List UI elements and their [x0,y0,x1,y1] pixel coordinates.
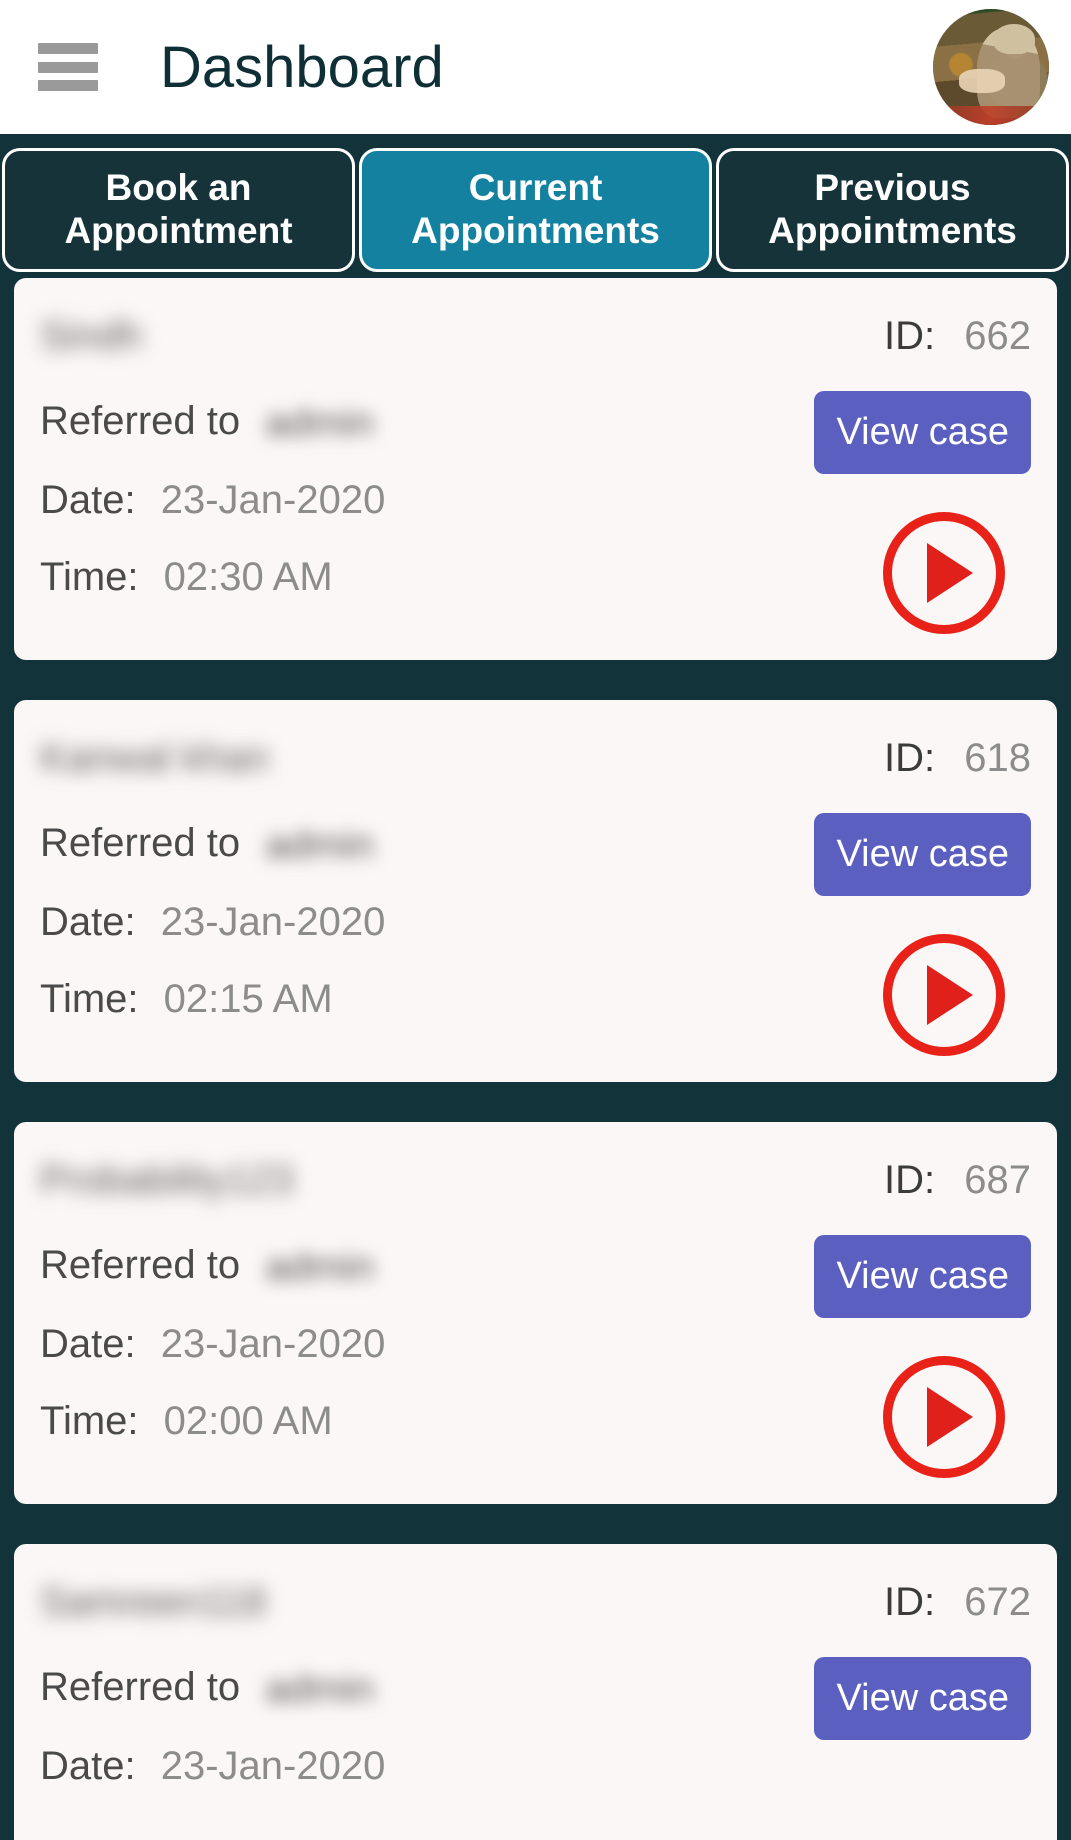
patient-name: Samreen118 [40,1580,267,1624]
hamburger-bar-2 [38,61,98,73]
play-icon[interactable] [883,1356,1005,1478]
time-value: 02:00 AM [163,1398,333,1443]
time-row: Time: 02:30 AM [40,555,791,600]
id-value: 672 [964,1580,1031,1624]
play-triangle [927,965,973,1025]
appointment-id: ID: 687 [884,1158,1031,1203]
tab-current-appointments[interactable]: Current Appointments [359,148,712,272]
id-label: ID: [884,1580,936,1624]
play-icon[interactable] [883,512,1005,634]
appointment-id: ID: 618 [884,736,1031,781]
patient-name: Sindh [40,314,143,358]
referred-to-value: admin [265,1666,375,1711]
referred-to-row: Referred to admin [40,1243,791,1290]
tab-previous-appointments[interactable]: Previous Appointments [716,148,1069,272]
patient-name: Kanwal khan [40,736,270,780]
time-label: Time: [40,976,139,1021]
table-row[interactable]: Sindh Referred to admin Date: 23-Jan-202… [14,278,1057,660]
avatar-hat [993,24,1036,55]
view-case-button[interactable]: View case [814,813,1031,896]
id-label: ID: [884,314,936,358]
time-row: Time: 02:00 AM [40,1399,791,1444]
appointment-id: ID: 672 [884,1580,1031,1625]
date-label: Date: [40,1743,136,1788]
hamburger-menu-icon[interactable] [38,43,98,91]
id-label: ID: [884,1158,936,1202]
date-label: Date: [40,899,136,944]
referred-to-value: admin [265,400,375,445]
referred-to-row: Referred to admin [40,821,791,868]
referred-to-label: Referred to [40,1243,241,1287]
date-value: 23-Jan-2020 [160,899,386,944]
avatar-arm [958,69,1005,93]
date-label: Date: [40,1321,136,1366]
date-row: Date: 23-Jan-2020 [40,900,791,945]
appointment-id: ID: 662 [884,314,1031,359]
date-value: 23-Jan-2020 [160,1321,386,1366]
hamburger-bar-3 [38,80,98,91]
table-row[interactable]: Probability123 Referred to admin Date: 2… [14,1122,1057,1504]
time-value: 02:30 AM [163,554,333,599]
patient-name: Probability123 [40,1158,294,1202]
table-row[interactable]: Kanwal khan Referred to admin Date: 23-J… [14,700,1057,1082]
tab-label-line2: Appointments [411,210,660,251]
avatar-leaves [933,106,1049,125]
tab-label-line1: Book an [105,167,252,209]
referred-to-label: Referred to [40,1665,241,1709]
id-value: 662 [964,314,1031,358]
page-title: Dashboard [160,34,444,100]
date-label: Date: [40,477,136,522]
id-value: 618 [964,736,1031,780]
referred-to-row: Referred to admin [40,399,791,446]
tab-label-line2: Appointment [64,210,293,251]
time-value: 02:15 AM [163,976,333,1021]
referred-to-label: Referred to [40,821,241,865]
view-case-button[interactable]: View case [814,391,1031,474]
date-row: Date: 23-Jan-2020 [40,1744,791,1789]
tab-label-line1: Previous [814,167,971,209]
appointment-list[interactable]: Sindh Referred to admin Date: 23-Jan-202… [0,272,1071,1840]
date-value: 23-Jan-2020 [160,1743,386,1788]
referred-to-row: Referred to admin [40,1665,791,1712]
hamburger-bar-1 [38,43,98,54]
id-label: ID: [884,736,936,780]
table-row[interactable]: Samreen118 Referred to admin Date: 23-Ja… [14,1544,1057,1840]
play-triangle [927,1387,973,1447]
view-case-button[interactable]: View case [814,1235,1031,1318]
referred-to-value: admin [265,822,375,867]
date-value: 23-Jan-2020 [160,477,386,522]
time-label: Time: [40,554,139,599]
referred-to-label: Referred to [40,399,241,443]
id-value: 687 [964,1158,1031,1202]
tab-label-line2: Appointments [768,210,1017,251]
referred-to-value: admin [265,1244,375,1289]
view-case-button[interactable]: View case [814,1657,1031,1740]
time-label: Time: [40,1398,139,1443]
tab-bar: Book an Appointment Current Appointments… [0,134,1071,272]
app-bar: Dashboard [0,0,1071,134]
tab-book-an-appointment[interactable]: Book an Appointment [2,148,355,272]
play-triangle [927,543,973,603]
date-row: Date: 23-Jan-2020 [40,478,791,523]
avatar[interactable] [933,9,1049,125]
time-row: Time: 02:15 AM [40,977,791,1022]
tab-label-line1: Current [468,167,603,209]
play-icon[interactable] [883,934,1005,1056]
date-row: Date: 23-Jan-2020 [40,1322,791,1367]
